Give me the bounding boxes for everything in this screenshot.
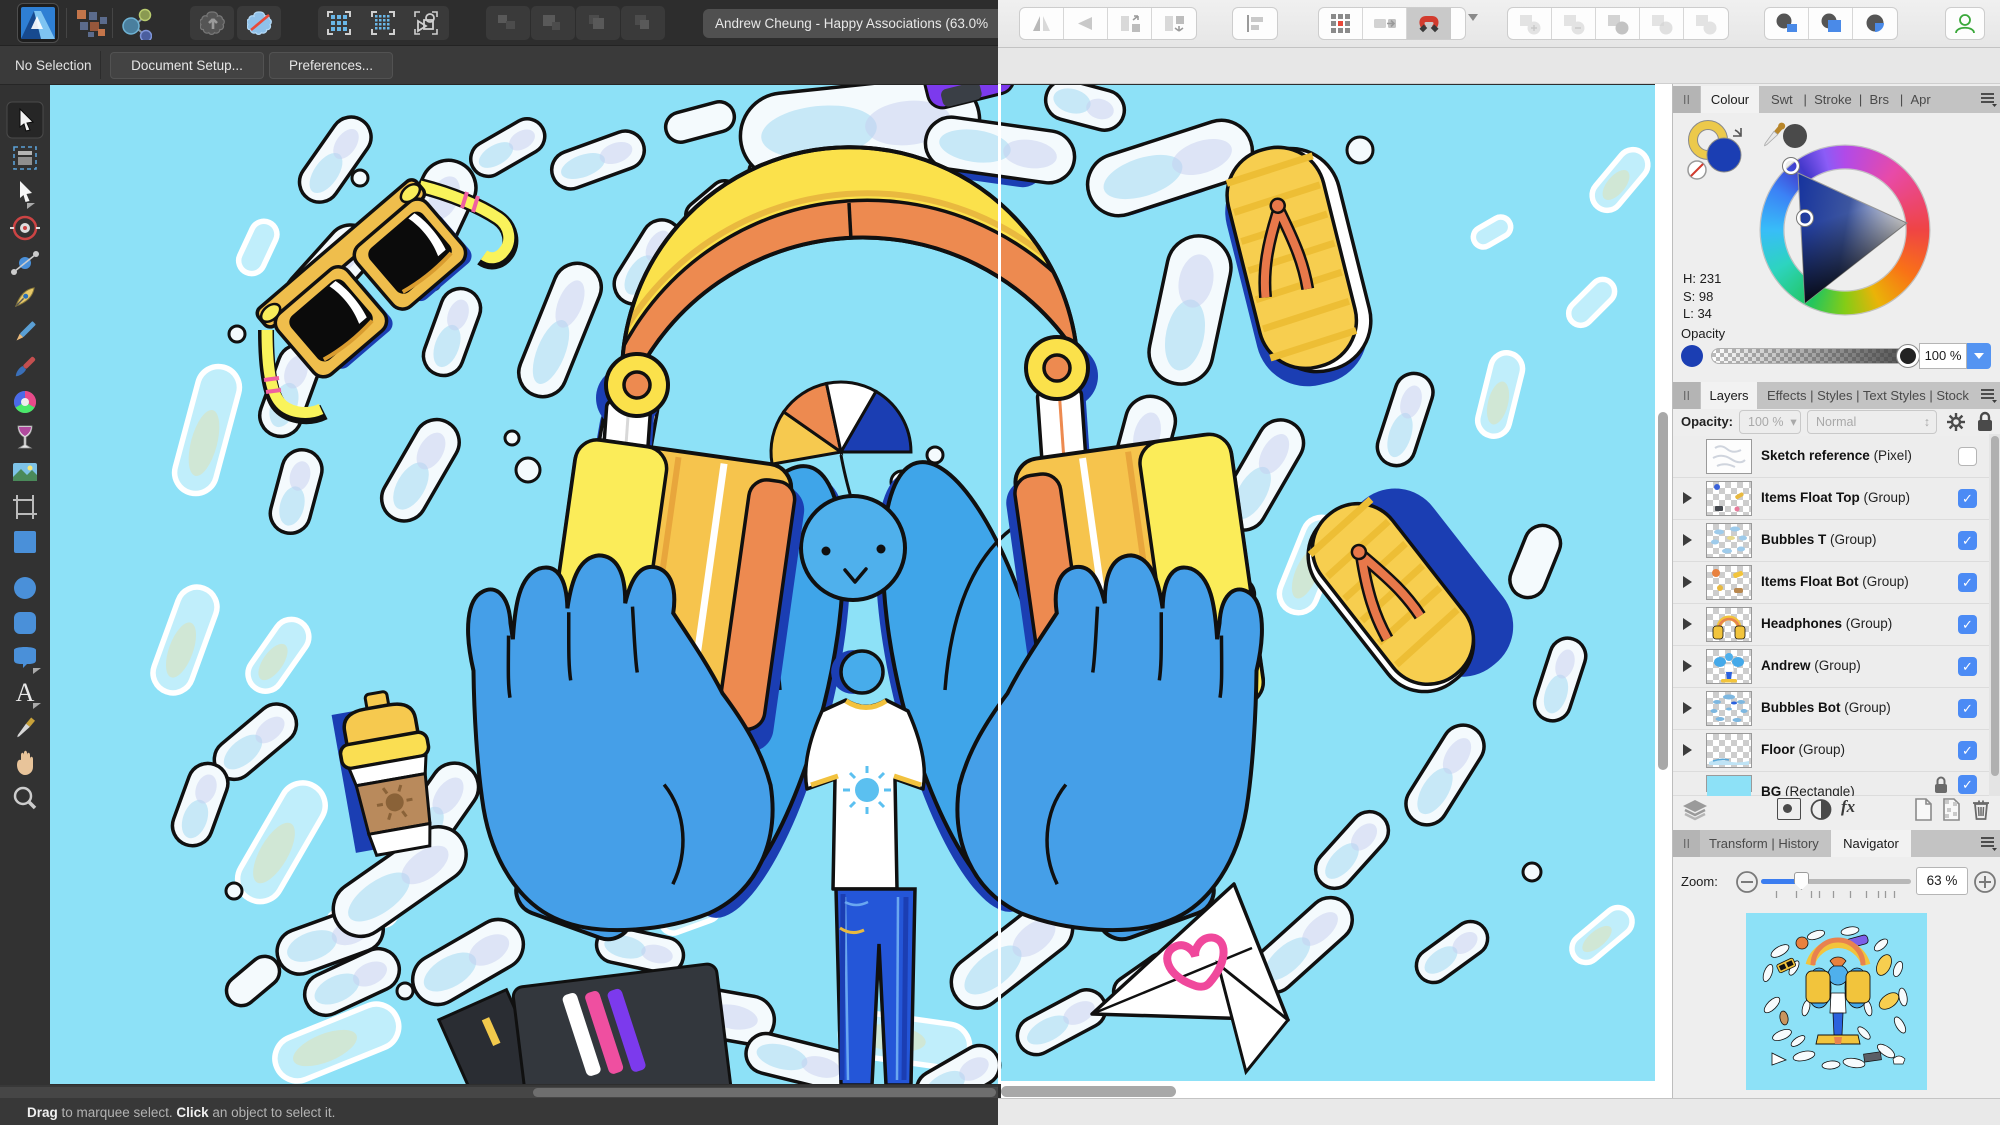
svg-text:A: A	[16, 678, 35, 707]
